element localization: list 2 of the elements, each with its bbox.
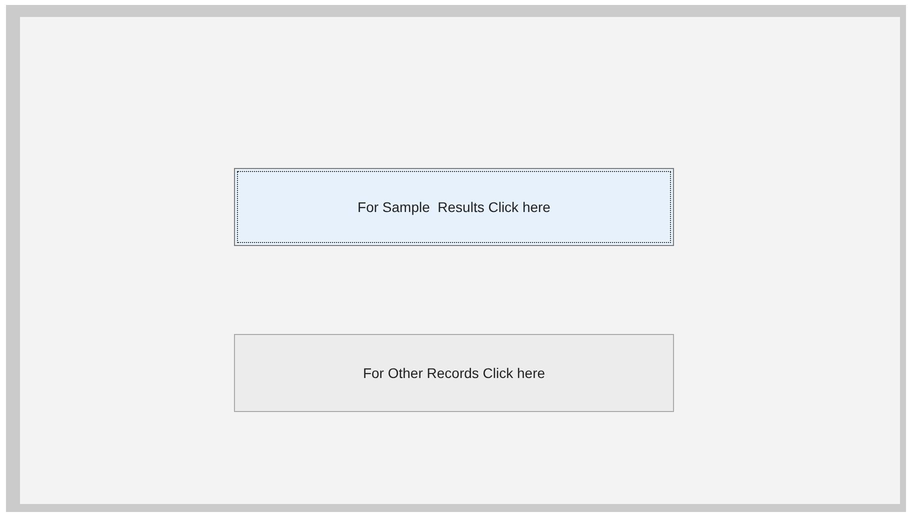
action-button[interactable]: For Sample Results Click here [234,168,674,246]
action-button[interactable]: For Other Records Click here [234,334,674,412]
